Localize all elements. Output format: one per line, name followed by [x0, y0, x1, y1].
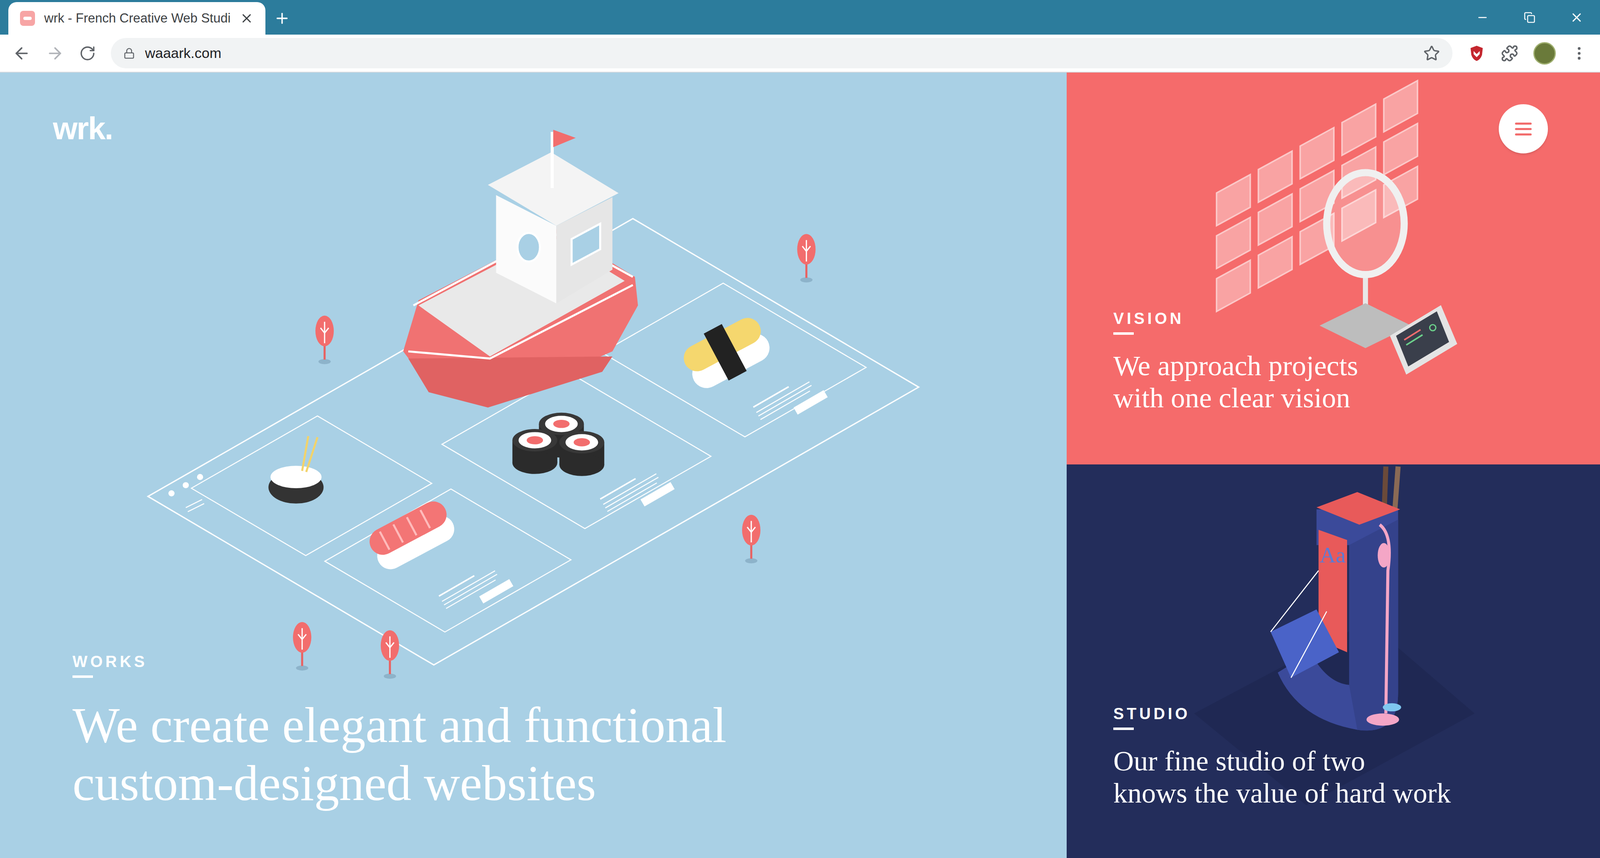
favicon-icon — [20, 10, 35, 26]
tree-icon — [292, 621, 312, 670]
close-window-button[interactable] — [1552, 0, 1600, 35]
tab-strip: wrk - French Creative Web Studi — [0, 0, 1600, 35]
minimize-button[interactable] — [1458, 0, 1506, 35]
rice-bowl-icon — [268, 435, 324, 504]
section-heading[interactable]: We approach projectswith one clear visio… — [1113, 349, 1600, 415]
tree-icon — [797, 233, 816, 283]
extensions-icon[interactable] — [1500, 44, 1519, 63]
right-column: VISION We approach projectswith one clear… — [1066, 72, 1600, 858]
close-icon — [1569, 10, 1584, 25]
address-bar[interactable]: waaark.com — [110, 37, 1453, 69]
section-label: STUDIO — [1113, 705, 1600, 722]
page-content: wrk. WORKS We create elegant and functiona… — [0, 72, 1600, 858]
heading-line: custom-designed websites — [72, 753, 1067, 812]
url-text: waaark.com — [145, 42, 222, 64]
browser-window: wrk - French Creative Web Studi waaark.co… — [0, 0, 1600, 858]
browser-toolbar: waaark.com — [0, 34, 1600, 73]
section-heading[interactable]: Our fine studio of twoknows the value of… — [1113, 744, 1600, 810]
section-text: WORKS We create elegant and functionalcus… — [72, 653, 1067, 812]
forward-icon[interactable] — [45, 44, 65, 63]
heading-line: knows the value of hard work — [1113, 776, 1600, 810]
tree-icon — [315, 315, 334, 364]
maki-icon — [512, 412, 605, 476]
heading-line: with one clear vision — [1113, 381, 1600, 415]
tamago-nigiri-icon — [676, 308, 776, 395]
studio-panel[interactable]: Aa STUDIO Our fine studio of twoknows the … — [1066, 464, 1600, 858]
site-logo[interactable]: wrk. — [0, 72, 1067, 145]
section-label: VISION — [1113, 310, 1600, 327]
profile-avatar-icon[interactable] — [1533, 42, 1556, 65]
window-controls — [1458, 0, 1600, 35]
shield-extension-icon[interactable] — [1467, 44, 1486, 63]
label-underline — [1113, 727, 1134, 730]
restore-icon — [1523, 11, 1536, 24]
salmon-nigiri-icon — [365, 496, 460, 574]
tab-title: wrk - French Creative Web Studi — [44, 8, 231, 29]
works-panel[interactable]: wrk. WORKS We create elegant and functiona… — [0, 72, 1067, 858]
menu-dots-icon[interactable] — [1570, 45, 1588, 62]
close-tab-icon[interactable] — [239, 11, 254, 26]
lock-icon — [123, 47, 135, 60]
reload-icon[interactable] — [79, 45, 96, 62]
heading-line: We approach projects — [1113, 349, 1600, 383]
heading-line: Our fine studio of two — [1113, 744, 1600, 778]
back-icon[interactable] — [12, 44, 31, 63]
boat-icon — [403, 129, 638, 408]
section-text: STUDIO Our fine studio of twoknows the va… — [1113, 705, 1600, 810]
label-underline — [1113, 332, 1134, 335]
section-text: VISION We approach projectswith one clear… — [1113, 310, 1600, 415]
tree-icon — [742, 514, 761, 563]
heading-line: We create elegant and functional — [72, 695, 1067, 754]
browser-tab[interactable]: wrk - French Creative Web Studi — [8, 2, 266, 35]
restore-button[interactable] — [1505, 0, 1553, 35]
menu-button[interactable] — [1498, 104, 1548, 154]
bookmark-star-icon[interactable] — [1423, 45, 1440, 62]
section-label: WORKS — [72, 653, 1067, 670]
figure-text: Aa — [1319, 542, 1346, 568]
minimize-icon — [1476, 11, 1489, 24]
plus-icon — [273, 10, 291, 27]
tree-icon — [380, 630, 400, 679]
section-heading[interactable]: We create elegant and functionalcustom-d… — [72, 695, 1067, 812]
label-underline — [72, 675, 93, 678]
new-tab-button[interactable] — [265, 2, 299, 35]
